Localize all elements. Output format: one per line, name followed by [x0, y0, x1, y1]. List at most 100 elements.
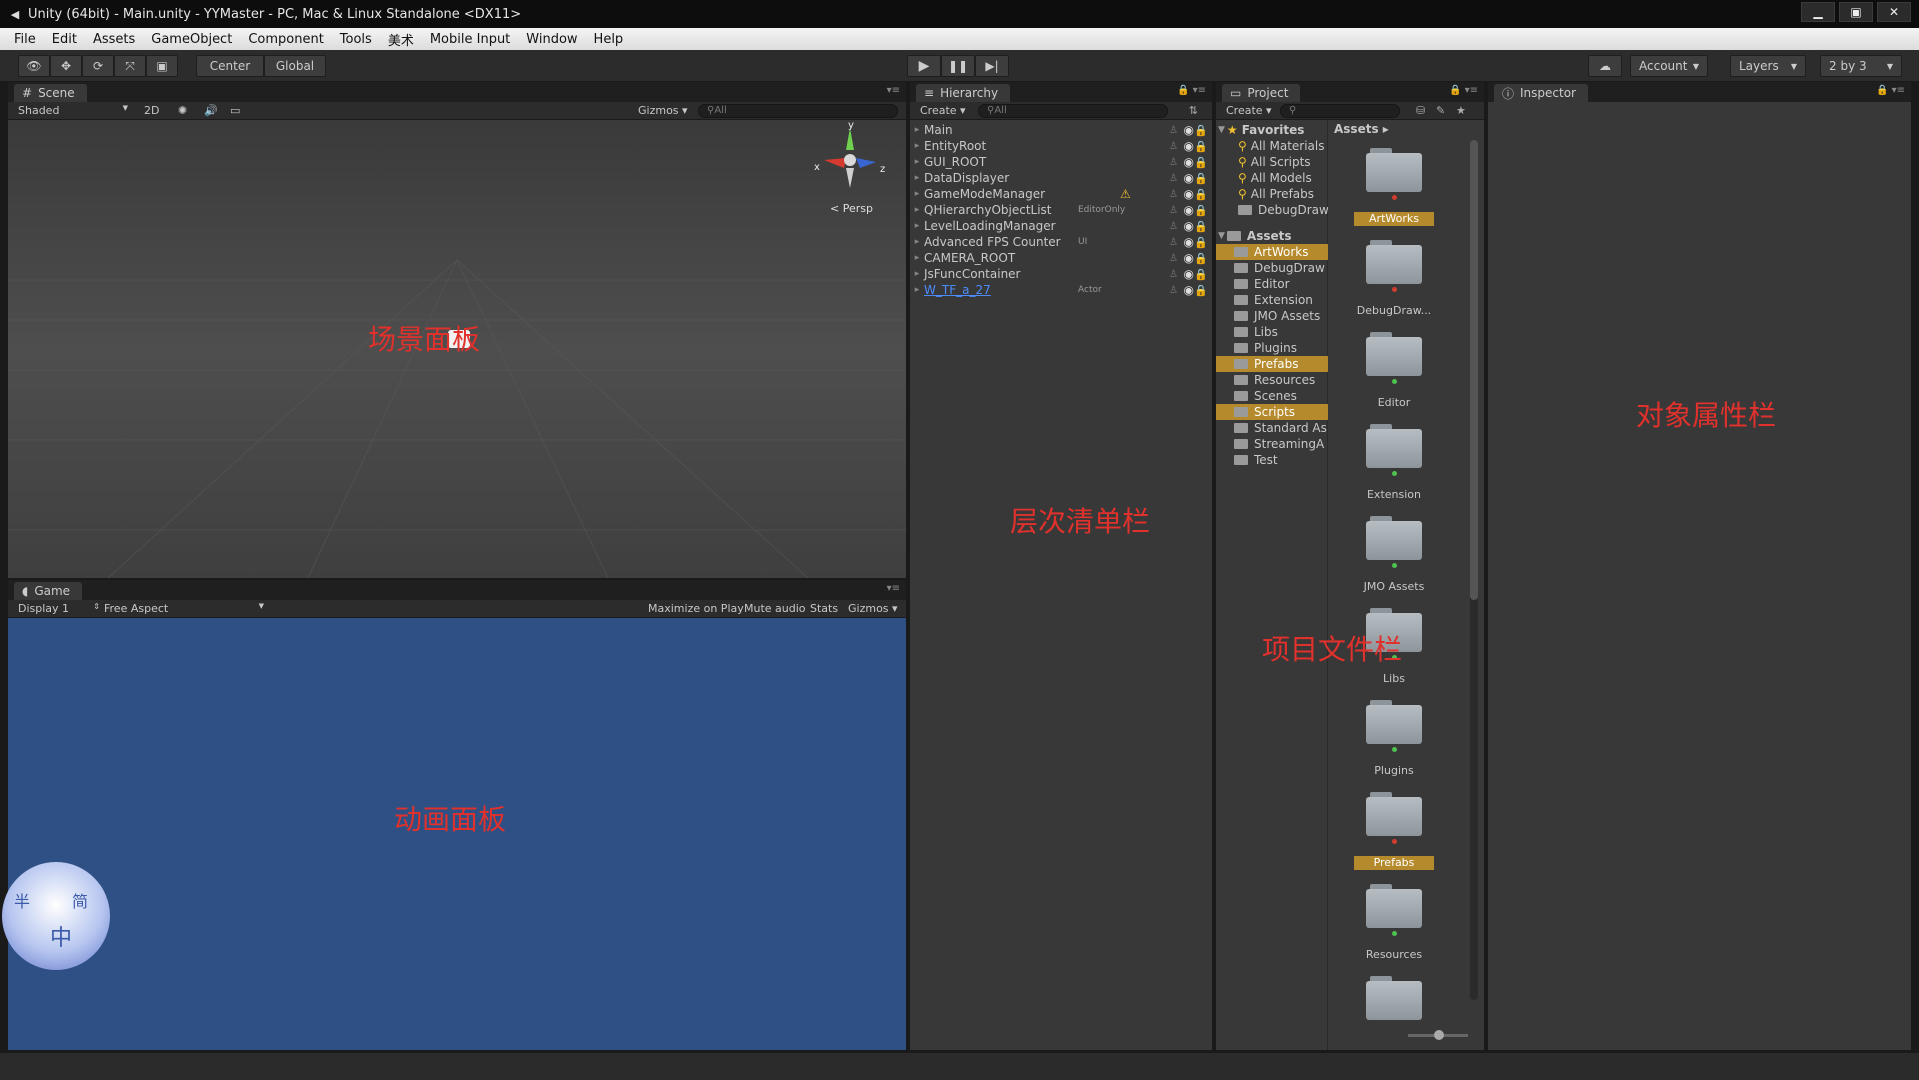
eye-icon[interactable]: ◉ [1184, 203, 1194, 217]
hierarchy-row[interactable]: ▸ CAMERA_ROOT ♙ ◉ 🔒 [910, 250, 1212, 266]
expand-arrow-icon[interactable]: ▸ [910, 205, 924, 215]
lock-icon[interactable]: 🔒 ▾≡ [1876, 85, 1905, 96]
menu-file[interactable]: File [6, 32, 44, 47]
expand-arrow-icon[interactable]: ▸ [910, 173, 924, 183]
panel-menu-icon[interactable]: ▾≡ [887, 583, 900, 594]
tab-inspector[interactable]: ⓘ Inspector [1494, 84, 1588, 102]
tree-folder-item[interactable]: Test [1216, 452, 1328, 468]
expand-arrow-icon[interactable]: ▸ [910, 237, 924, 247]
menu-tools[interactable]: Tools [332, 32, 380, 47]
project-search-input[interactable]: ⚲ [1280, 104, 1400, 118]
eye-icon[interactable]: ◉ [1184, 123, 1194, 137]
move-tool-icon[interactable]: ✥ [50, 55, 82, 77]
eye-icon[interactable]: ◉ [1184, 187, 1194, 201]
eye-icon[interactable]: ◉ [1184, 155, 1194, 169]
asset-folder-item[interactable]: Prefabs [1354, 792, 1434, 870]
asset-folder-item[interactable]: DebugDraw... [1354, 240, 1434, 318]
cloud-icon[interactable]: ☁ [1588, 55, 1622, 77]
expand-arrow-icon[interactable]: ▸ [910, 269, 924, 279]
lock-icon[interactable]: 🔒 ▾≡ [1449, 85, 1478, 96]
lock-icon[interactable]: 🔒 [1194, 268, 1208, 281]
hierarchy-row[interactable]: ▸ Main ♙ ◉ 🔒 [910, 122, 1212, 138]
tree-folder-item[interactable]: Extension [1216, 292, 1328, 308]
menu-component[interactable]: Component [240, 32, 331, 47]
lock-icon[interactable]: 🔒 ▾≡ [1177, 85, 1206, 96]
hierarchy-row[interactable]: ▸ LevelLoadingManager ♙ ◉ 🔒 [910, 218, 1212, 234]
lock-icon[interactable]: 🔒 [1194, 220, 1208, 233]
eye-icon[interactable]: ◉ [1184, 283, 1194, 297]
lock-icon[interactable]: 🔒 [1194, 252, 1208, 265]
tree-folder-item[interactable]: ArtWorks [1216, 244, 1328, 260]
menu-assets[interactable]: Assets [85, 32, 143, 47]
favorite-item[interactable]: DebugDraw [1238, 202, 1332, 218]
hierarchy-create-button[interactable]: Create ▾ [920, 104, 966, 117]
mode-2d-button[interactable]: 2D [144, 104, 159, 117]
favorite-item[interactable]: ⚲ All Prefabs [1238, 186, 1332, 202]
menu-mobile-input[interactable]: Mobile Input [422, 32, 518, 47]
zoom-slider[interactable] [1408, 1030, 1468, 1040]
favorites-header[interactable]: ▼ ★ Favorites [1218, 122, 1312, 138]
tree-folder-item[interactable]: StreamingA [1216, 436, 1328, 452]
mute-audio-toggle[interactable]: Mute audio [744, 602, 806, 615]
eye-icon[interactable]: ◉ [1184, 139, 1194, 153]
layers-dropdown[interactable]: Layers ▼ [1730, 55, 1806, 77]
lighting-toggle-icon[interactable]: ✺ [178, 104, 187, 117]
close-button[interactable]: ✕ [1877, 2, 1911, 22]
shading-dropdown[interactable]: Shaded ▼ [18, 104, 128, 117]
menu-art[interactable]: 美术 [380, 30, 422, 49]
favorite-star-icon[interactable]: ★ [1456, 104, 1466, 117]
expand-arrow-icon[interactable]: ▸ [910, 157, 924, 167]
tab-hierarchy[interactable]: ≡ Hierarchy [916, 84, 1011, 102]
eye-icon[interactable]: ◉ [1184, 171, 1194, 185]
display-dropdown[interactable]: Display 1 ⇕ [18, 602, 100, 615]
lock-icon[interactable]: 🔒 [1194, 156, 1208, 169]
asset-folder-item[interactable]: Plugins [1354, 700, 1434, 778]
tree-folder-item[interactable]: Editor [1216, 276, 1328, 292]
maximize-button[interactable]: ▣ [1839, 2, 1873, 22]
game-gizmos-dropdown[interactable]: Gizmos ▾ [848, 602, 898, 615]
scene-search-input[interactable]: ⚲All [698, 104, 898, 118]
expand-arrow-icon[interactable]: ▸ [910, 221, 924, 231]
tree-folder-item[interactable]: DebugDraw [1216, 260, 1328, 276]
orientation-gizmo[interactable]: y x z [814, 120, 894, 200]
expand-arrow-icon[interactable]: ▸ [910, 141, 924, 151]
tab-game[interactable]: ◖ Game [14, 582, 83, 600]
tree-folder-item[interactable]: Standard As [1216, 420, 1328, 436]
hierarchy-row[interactable]: ▸ GameModeManager ⚠ ♙ ◉ 🔒 [910, 186, 1212, 202]
asset-folder-item[interactable]: Extension [1354, 424, 1434, 502]
hierarchy-row[interactable]: ▸ EntityRoot ♙ ◉ 🔒 [910, 138, 1212, 154]
tab-project[interactable]: ▭ Project [1222, 84, 1301, 102]
layout-dropdown[interactable]: 2 by 3 ▼ [1820, 55, 1902, 77]
lock-icon[interactable]: 🔒 [1194, 236, 1208, 249]
lock-icon[interactable]: 🔒 [1194, 284, 1208, 297]
assets-header[interactable]: ▼ Assets [1218, 228, 1312, 244]
rect-tool-icon[interactable]: ▣ [146, 55, 178, 77]
lock-icon[interactable]: 🔒 [1194, 124, 1208, 137]
tree-folder-item[interactable]: Plugins [1216, 340, 1328, 356]
aspect-dropdown[interactable]: Free Aspect ▼ [104, 602, 264, 615]
minimize-button[interactable]: ▁ [1801, 2, 1835, 22]
scene-viewport[interactable]: 场景面板 y x z < Persp [8, 120, 906, 578]
game-viewport[interactable]: 动画面板 中 简 半 [2, 618, 906, 1050]
favorite-item[interactable]: ⚲ All Models [1238, 170, 1332, 186]
asset-folder-item[interactable]: Editor [1354, 332, 1434, 410]
filter-label-icon[interactable]: ✎ [1436, 104, 1445, 117]
hierarchy-search-input[interactable]: ⚲All [978, 104, 1168, 118]
hierarchy-row[interactable]: ▸ W_TF_a_27 Actor ♙ ◉ 🔒 [910, 282, 1212, 298]
expand-arrow-icon[interactable]: ▸ [910, 285, 924, 295]
audio-toggle-icon[interactable]: 🔊 [204, 104, 218, 117]
lock-icon[interactable]: 🔒 [1194, 172, 1208, 185]
menu-edit[interactable]: Edit [44, 32, 85, 47]
pivot-center-button[interactable]: Center [196, 55, 264, 77]
asset-folder-item[interactable]: ArtWorks [1354, 148, 1434, 226]
menu-help[interactable]: Help [586, 32, 632, 47]
sort-icon[interactable]: ⇅ [1189, 104, 1198, 117]
tree-folder-item[interactable]: JMO Assets [1216, 308, 1328, 324]
hierarchy-row[interactable]: ▸ Advanced FPS Counter UI ♙ ◉ 🔒 [910, 234, 1212, 250]
scale-tool-icon[interactable]: ⤧ [114, 55, 146, 77]
pivot-global-button[interactable]: Global [264, 55, 326, 77]
menu-gameobject[interactable]: GameObject [143, 32, 240, 47]
hierarchy-row[interactable]: ▸ JsFuncContainer ♙ ◉ 🔒 [910, 266, 1212, 282]
hierarchy-row[interactable]: ▸ QHierarchyObjectList EditorOnly ♙ ◉ 🔒 [910, 202, 1212, 218]
asset-folder-item[interactable] [1354, 976, 1434, 1020]
